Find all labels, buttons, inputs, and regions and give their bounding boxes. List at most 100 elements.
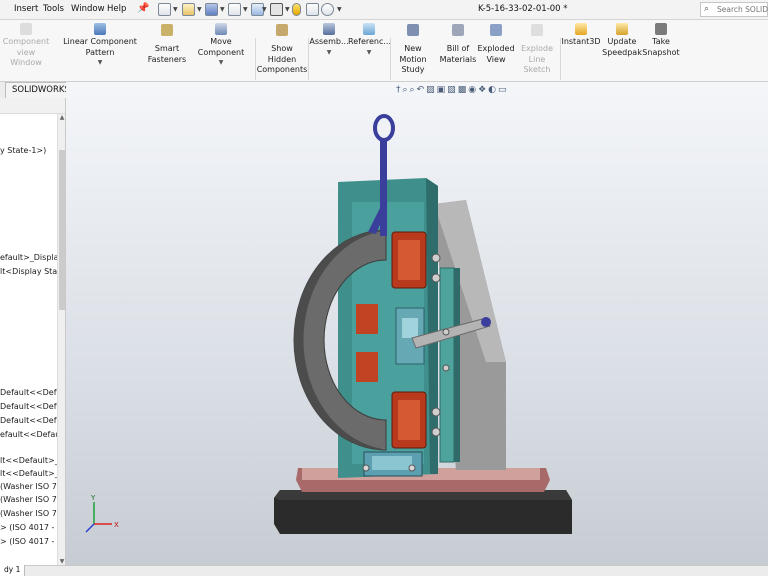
tree-item[interactable]: Default<<Defa [0, 402, 61, 411]
rebuild-icon[interactable] [292, 3, 301, 16]
move-component-button[interactable]: Move Component ▼ [186, 23, 256, 69]
chevron-down-icon[interactable]: ▼ [197, 6, 202, 13]
mid-red-block-top [356, 304, 378, 334]
assembly-model-3d[interactable]: Y X [66, 82, 768, 565]
reference-geometry-button[interactable]: Referenc... ▼ [348, 23, 391, 59]
chevron-down-icon[interactable]: ▼ [243, 6, 248, 13]
scrollbar-thumb[interactable] [59, 150, 65, 310]
tree-item[interactable]: lt<<Default>_l [0, 456, 61, 465]
tree-item[interactable]: Default<<Defa [0, 416, 61, 425]
open-icon[interactable] [182, 3, 195, 16]
document-title: K-5-16-33-02-01-00 * [478, 4, 568, 14]
print-icon[interactable] [228, 3, 241, 16]
file-properties-icon[interactable] [306, 3, 319, 16]
update-speedpak-icon [616, 23, 628, 35]
bolt-head [442, 364, 450, 372]
menu-bar: Insert Tools Window Help 📌 ▼ ▼ ▼ ▼ ▼ ▼ ▼… [0, 0, 768, 20]
tree-item[interactable]: efault>_Display [0, 253, 63, 262]
show-hidden-icon [276, 24, 288, 36]
assembly-features-label: Assemb... [309, 37, 349, 46]
lower-red-clamp-face [398, 400, 420, 440]
status-bar [0, 565, 768, 576]
mid-red-block-bottom [356, 352, 378, 382]
chevron-down-icon[interactable]: ▼ [52, 58, 148, 69]
chevron-down-icon[interactable]: ▼ [220, 6, 225, 13]
exploded-view-button[interactable]: Exploded View [477, 24, 515, 65]
tree-item[interactable]: Default<<Defa [0, 388, 61, 397]
tree-item[interactable]: y State-1>) [0, 146, 46, 155]
chevron-down-icon[interactable]: ▼ [309, 48, 349, 59]
bolt-head [362, 464, 370, 472]
bolt-head [431, 407, 441, 417]
menu-insert[interactable]: Insert [14, 4, 38, 14]
linear-pattern-label: Linear Component Pattern [63, 37, 137, 57]
instant3d-icon [575, 23, 587, 35]
tree-item[interactable]: lt<Display Stat [0, 267, 60, 276]
bolt-head [408, 464, 416, 472]
tree-item[interactable]: lt<<Default>_l [0, 469, 61, 478]
tree-item[interactable]: > (ISO 4017 - M [0, 523, 64, 532]
chevron-down-icon[interactable]: ▼ [337, 6, 342, 13]
linear-pattern-icon [94, 23, 106, 35]
chevron-down-icon[interactable]: ▼ [262, 6, 267, 13]
show-hidden-components-button[interactable]: Show Hidden Components [256, 24, 308, 76]
new-motion-study-label-2: Study [401, 65, 425, 74]
component-preview-window-button[interactable]: Component view Window [0, 23, 52, 69]
smart-fasteners-label-2: Fasteners [147, 54, 187, 64]
tree-scrollbar[interactable]: ▲ ▼ [57, 114, 65, 565]
model-tab[interactable]: dy 1 [0, 565, 26, 576]
instant3d-label: Instant3D [561, 37, 601, 46]
new-document-icon[interactable] [158, 3, 171, 16]
scroll-up-icon[interactable]: ▲ [58, 114, 65, 121]
bolt-head [431, 253, 441, 263]
move-component-label: Move Component [197, 37, 245, 57]
update-speedpak-button[interactable]: Update Speedpak [601, 23, 643, 58]
update-speedpak-label-1: Update [607, 37, 637, 46]
assembly-features-icon [323, 23, 335, 35]
graphics-area[interactable]: †⌕⌕↶▨▣▧▩◉❖◐▭ Y X [66, 82, 768, 565]
search-icon: ⌕ [704, 4, 710, 14]
smart-fasteners-button[interactable]: Smart Fasteners [146, 24, 188, 65]
triad-x-label: X [114, 521, 119, 529]
chevron-down-icon[interactable]: ▼ [173, 6, 178, 13]
menu-help[interactable]: Help [107, 4, 126, 14]
bill-of-materials-icon [452, 24, 464, 36]
explode-line-sketch-label-2: Line Sketch [523, 54, 551, 75]
search-input[interactable] [717, 5, 768, 14]
take-snapshot-label-2: Snapshot [642, 47, 680, 57]
lifting-eye-ring [373, 114, 395, 142]
instant3d-button[interactable]: Instant3D [561, 23, 601, 48]
feature-manager-tree: › y State-1>) efault>_Display lt<Display… [0, 98, 66, 565]
tree-item[interactable]: (Washer ISO 70 [0, 482, 62, 491]
bill-of-materials-button[interactable]: Bill of Materials [438, 24, 478, 65]
move-component-icon [215, 23, 227, 35]
menu-window[interactable]: Window [71, 4, 105, 14]
take-snapshot-label-1: Take [652, 37, 670, 46]
select-icon[interactable] [270, 3, 283, 16]
new-motion-study-button[interactable]: New Motion Study [390, 24, 436, 76]
assembly-features-button[interactable]: Assemb... ▼ [309, 23, 349, 58]
options-icon[interactable] [321, 3, 334, 16]
chevron-down-icon[interactable]: ▼ [285, 6, 290, 13]
search-box[interactable]: ⌕ [700, 2, 768, 17]
take-snapshot-button[interactable]: Take Snapshot [642, 23, 680, 58]
pin-icon[interactable]: 📌 [137, 3, 149, 14]
scroll-down-icon[interactable]: ▼ [58, 558, 65, 565]
explode-line-sketch-button[interactable]: Explode Line Sketch [515, 24, 559, 76]
tree-item[interactable]: (Washer ISO 70 [0, 495, 62, 504]
center-mechanism-face [402, 318, 418, 338]
save-icon[interactable] [205, 3, 218, 16]
vertical-rail-edge [454, 268, 460, 462]
exploded-view-icon [490, 24, 502, 36]
tree-item[interactable]: > (ISO 4017 - M [0, 537, 64, 546]
chevron-down-icon[interactable]: ▼ [186, 58, 256, 69]
bolt-head [442, 328, 450, 336]
bill-of-materials-label-2: Materials [439, 54, 477, 64]
linear-component-pattern-button[interactable]: Linear Component Pattern ▼ [52, 23, 148, 69]
tree-item[interactable]: (Washer ISO 70 [0, 509, 62, 518]
bolt-head [431, 273, 441, 283]
menu-tools[interactable]: Tools [43, 4, 64, 14]
smart-fasteners-icon [161, 24, 173, 36]
command-manager-ribbon: Component view Window Linear Component P… [0, 20, 768, 82]
chevron-down-icon[interactable]: ▼ [348, 48, 390, 59]
